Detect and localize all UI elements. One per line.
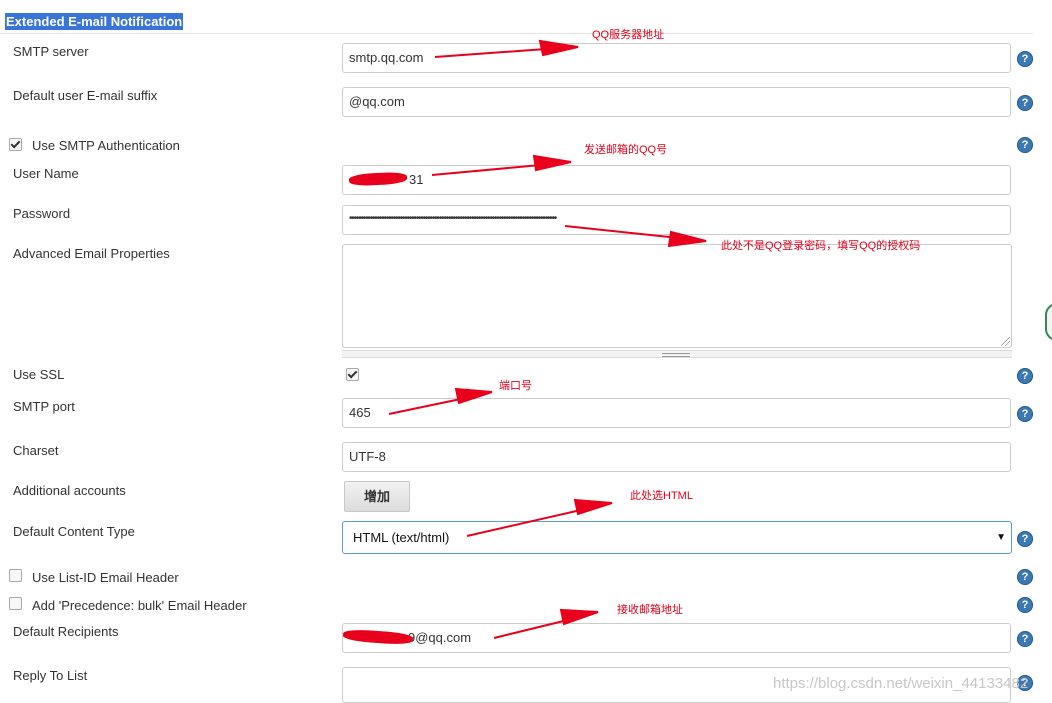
precedence-header-checkbox[interactable] [9, 597, 22, 610]
list-id-header-label: Use List-ID Email Header [32, 570, 179, 585]
additional-accounts-label: Additional accounts [13, 483, 126, 498]
splitter-grip-icon [662, 353, 690, 357]
precedence-header-label: Add 'Precedence: bulk' Email Header [32, 598, 247, 613]
password-label: Password [13, 206, 71, 221]
annotation-password: 此处不是QQ登录密码，填写QQ的授权码 [721, 240, 921, 252]
charset-input[interactable]: UTF-8 [342, 442, 1011, 472]
smtp-server-label: SMTP server [13, 44, 89, 59]
content-type-selected: HTML (text/html) [353, 530, 450, 545]
email-suffix-label: Default user E-mail suffix [13, 88, 158, 103]
section-divider [0, 33, 1033, 34]
dropdown-arrow-icon: ▼ [996, 532, 1006, 543]
help-icon-recipients[interactable]: ? [1017, 631, 1033, 647]
resize-grip-icon[interactable] [1001, 337, 1010, 346]
annotation-port: 端口号 [499, 380, 532, 392]
annotation-username: 发送邮箱的QQ号 [584, 144, 668, 156]
watermark-text: https://blog.csdn.net/weixin_44133482 [773, 675, 1029, 692]
floating-side-button[interactable] [1045, 303, 1052, 341]
arrowhead-recipients [559, 608, 599, 626]
use-smtp-auth-label: Use SMTP Authentication [32, 138, 180, 153]
help-icon-smtp-auth[interactable]: ? [1017, 137, 1033, 153]
advanced-props-label: Advanced Email Properties [13, 246, 170, 261]
annotation-smtp-server: QQ服务器地址 [592, 29, 665, 41]
content-type-select[interactable]: HTML (text/html) ▼ [342, 521, 1012, 554]
recipients-label: Default Recipients [13, 624, 119, 639]
recipients-input[interactable]: 9@qq.com [342, 623, 1011, 653]
advanced-props-textarea[interactable] [342, 244, 1012, 348]
arrowhead-content-type [573, 498, 613, 516]
annotation-recipients: 接收邮箱地址 [617, 604, 683, 616]
charset-label: Charset [13, 443, 59, 458]
use-ssl-checkbox[interactable] [346, 368, 359, 381]
help-icon-smtp-server[interactable]: ? [1017, 51, 1033, 67]
help-icon-smtp-port[interactable]: ? [1017, 406, 1033, 422]
list-id-header-checkbox[interactable] [9, 569, 22, 582]
section-title: Extended E-mail Notification [5, 13, 184, 30]
password-input[interactable]: ••••••••••••••••••••••••••••••••••••••••… [342, 205, 1011, 235]
reply-to-label: Reply To List [13, 668, 88, 683]
help-icon-content-type[interactable]: ? [1017, 531, 1033, 547]
use-ssl-label: Use SSL [13, 367, 65, 382]
help-icon-ssl[interactable]: ? [1017, 368, 1033, 384]
add-account-button[interactable]: 增加 [344, 481, 410, 512]
user-name-label: User Name [13, 166, 79, 181]
user-name-input[interactable]: 31 [342, 165, 1011, 195]
help-icon-email-suffix[interactable]: ? [1017, 95, 1033, 111]
smtp-port-label: SMTP port [13, 399, 75, 414]
smtp-port-input[interactable]: 465 [342, 398, 1011, 428]
email-suffix-input[interactable]: @qq.com [342, 87, 1011, 117]
textarea-splitter[interactable] [342, 350, 1012, 358]
content-type-label: Default Content Type [13, 524, 135, 539]
use-smtp-auth-checkbox[interactable] [9, 138, 22, 151]
help-icon-list-id[interactable]: ? [1017, 569, 1033, 585]
smtp-server-input[interactable]: smtp.qq.com [342, 43, 1011, 73]
help-icon-precedence[interactable]: ? [1017, 597, 1033, 613]
annotation-content-type: 此处选HTML [630, 490, 693, 502]
